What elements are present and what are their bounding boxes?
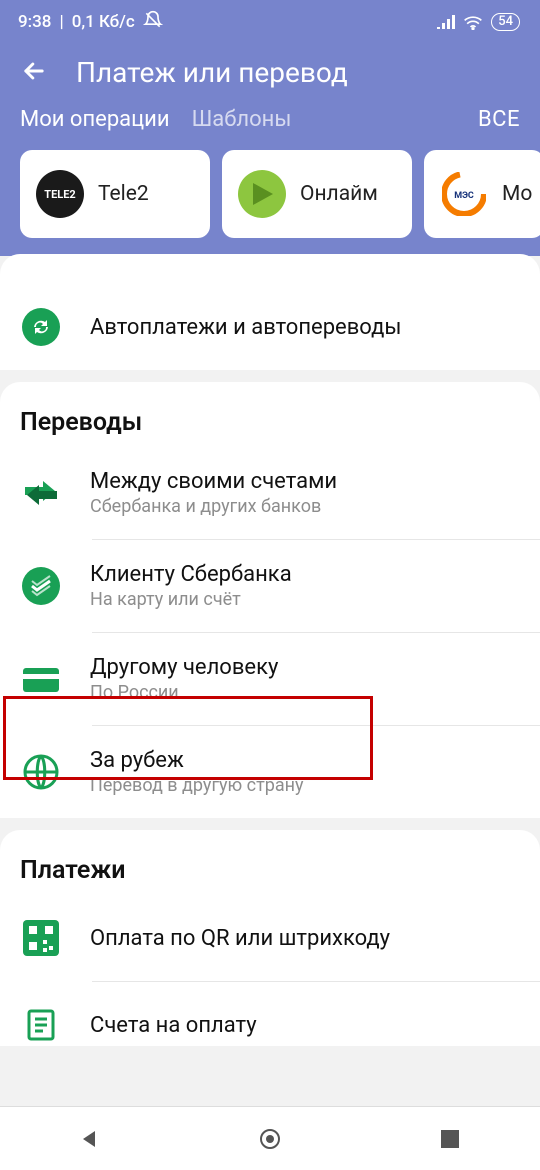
row-subtitle: По России [90,682,520,703]
transfer-sber-client[interactable]: Клиенту Сбербанка На карту или счёт [0,540,540,632]
tab-templates[interactable]: Шаблоны [192,107,292,132]
card-icon [20,658,62,700]
row-title: Оплата по QR или штрихкоду [90,926,520,951]
template-mes[interactable]: МЭС Мо [424,150,540,238]
status-time: 9:38 [18,12,51,32]
invoice-icon [20,1004,62,1046]
template-label: Мо [502,182,532,206]
all-button[interactable]: ВСЕ [478,107,520,132]
status-bar: 9:38 | 0,1 Кб/с 54 [0,0,540,44]
refresh-icon [20,306,62,348]
row-title: Автоплатежи и автопереводы [90,315,520,340]
globe-icon [20,751,62,793]
autopayments-row[interactable]: Автоплатежи и автопереводы [0,284,540,370]
dnd-icon [143,10,163,35]
template-tele2[interactable]: TELE2 Tele2 [20,150,210,238]
tele2-icon: TELE2 [36,170,84,218]
swap-icon [20,472,62,514]
nav-back-button[interactable] [76,1125,104,1153]
template-onlime[interactable]: Онлайм [222,150,412,238]
row-subtitle: На карту или счёт [90,589,520,610]
nav-home-button[interactable] [256,1125,284,1153]
status-net-speed: 0,1 Кб/с [72,12,135,32]
row-title: За рубеж [90,748,520,773]
mes-icon: МЭС [440,170,488,218]
qr-icon [20,917,62,959]
payment-qr[interactable]: Оплата по QR или штрихкоду [0,895,540,981]
row-title: Счета на оплату [90,1013,520,1038]
svg-text:МЭС: МЭС [454,191,474,201]
template-label: Онлайм [300,182,378,206]
wifi-icon [463,14,483,30]
signal-icon [437,15,455,29]
sber-icon [20,565,62,607]
row-title: Клиенту Сбербанка [90,562,520,587]
system-navbar [0,1106,540,1170]
back-button[interactable] [20,57,48,89]
templates-scroll[interactable]: TELE2 Tele2 Онлайм МЭС Мо [0,132,540,238]
onlime-icon [238,170,286,218]
nav-recent-button[interactable] [436,1125,464,1153]
template-label: Tele2 [98,182,149,206]
row-subtitle: Сбербанка и других банков [90,496,520,517]
transfer-other-person[interactable]: Другому человеку По России [0,633,540,725]
tab-my-operations[interactable]: Мои операции [20,107,170,132]
row-title: Другому человеку [90,655,520,680]
transfer-own-accounts[interactable]: Между своими счетами Сбербанка и других … [0,447,540,539]
page-title: Платеж или перевод [76,56,348,89]
payment-invoices[interactable]: Счета на оплату [0,982,540,1046]
transfer-abroad[interactable]: За рубеж Перевод в другую страну [0,726,540,818]
row-subtitle: Перевод в другую страну [90,775,520,796]
payments-heading: Платежи [0,830,540,895]
battery-indicator: 54 [491,13,520,31]
transfers-heading: Переводы [0,382,540,447]
row-title: Между своими счетами [90,469,520,494]
